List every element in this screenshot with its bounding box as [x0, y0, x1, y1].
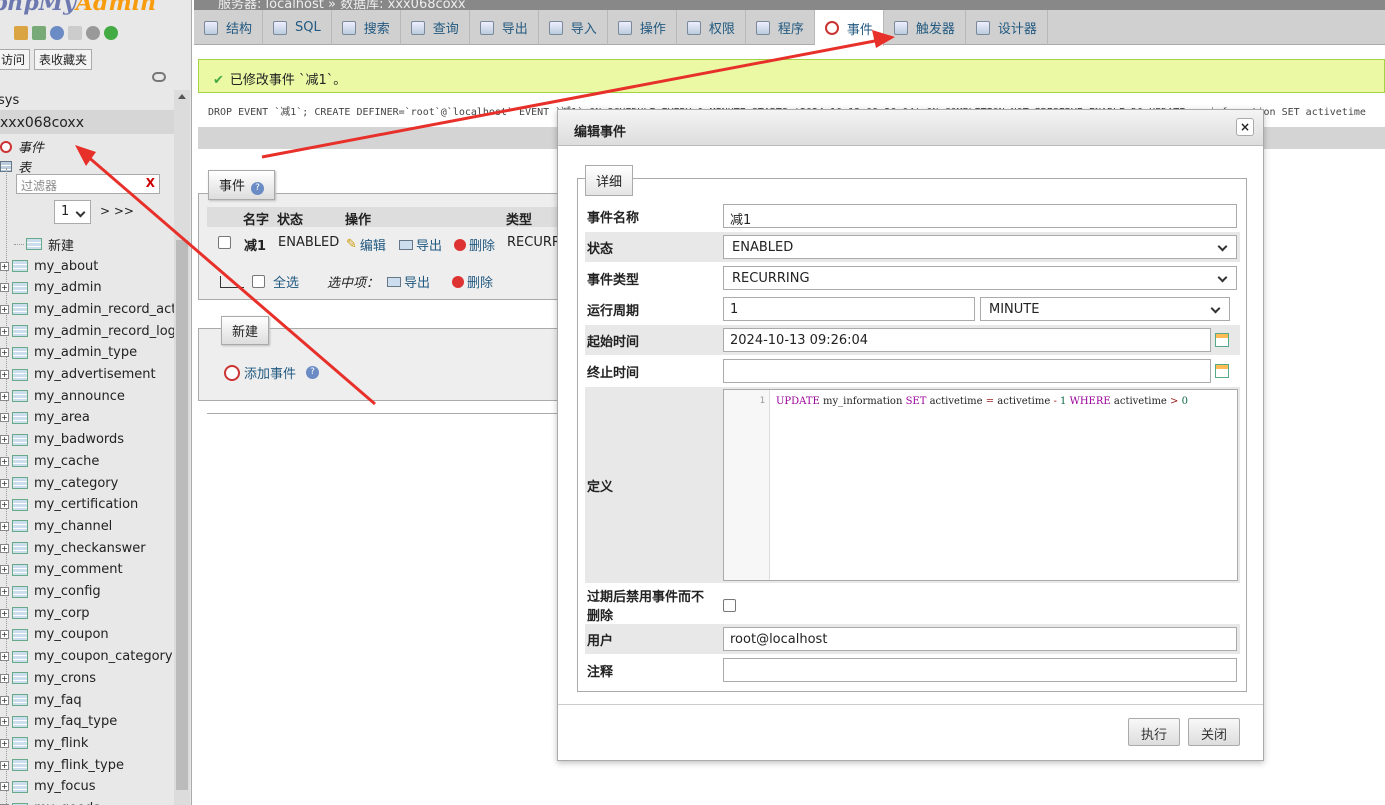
arrow-to-events-tab: [261, 38, 881, 159]
arrow-to-events-node: [85, 153, 376, 406]
details-legend: 详细: [585, 165, 634, 196]
arrowhead-events-tab: [872, 30, 895, 48]
annotation-arrows: [75, 30, 895, 406]
